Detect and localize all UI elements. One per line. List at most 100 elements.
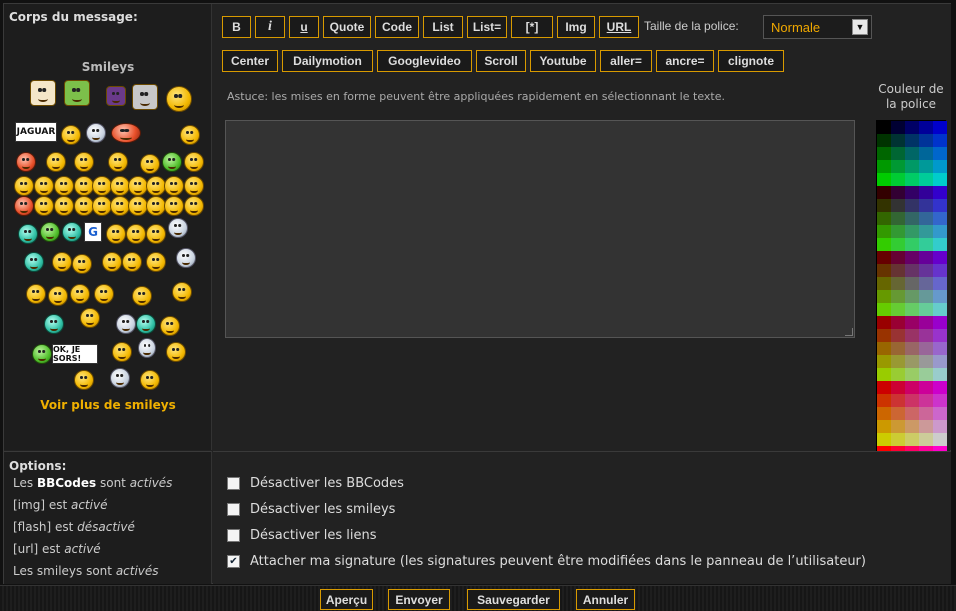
color-swatch[interactable] [919,238,933,251]
smiley-icon[interactable] [106,86,126,106]
smiley-icon[interactable] [74,370,94,390]
smiley-icon[interactable] [111,123,141,143]
smiley-icon[interactable] [62,222,82,242]
disable-links-option[interactable]: Désactiver les liens [227,528,377,543]
underline-button[interactable]: u [289,16,319,38]
color-swatch[interactable] [933,290,947,303]
color-swatch[interactable] [905,225,919,238]
smiley-icon[interactable] [128,196,148,216]
color-swatch[interactable] [891,355,905,368]
color-swatch[interactable] [877,225,891,238]
color-swatch[interactable] [933,147,947,160]
smiley-icon[interactable] [14,196,34,216]
color-swatch[interactable] [933,368,947,381]
color-swatch[interactable] [891,212,905,225]
jaguar-smiley-icon[interactable]: JAGUAR [15,122,57,142]
color-swatch[interactable] [877,342,891,355]
color-swatch[interactable] [919,342,933,355]
color-swatch[interactable] [905,199,919,212]
smiley-icon[interactable] [16,152,36,172]
color-swatch[interactable] [905,329,919,342]
color-swatch[interactable] [877,381,891,394]
message-textarea[interactable] [225,120,855,338]
color-swatch[interactable] [891,134,905,147]
ancre-button[interactable]: ancre= [656,50,714,72]
color-swatch[interactable] [905,277,919,290]
color-swatch[interactable] [919,186,933,199]
color-swatch[interactable] [919,290,933,303]
smiley-icon[interactable] [46,152,66,172]
save-button[interactable]: Sauvegarder [467,589,560,610]
color-swatch[interactable] [877,160,891,173]
smiley-icon[interactable] [126,224,146,244]
smiley-icon[interactable] [112,342,132,362]
smiley-icon[interactable] [132,286,152,306]
penguin-smiley-icon[interactable] [86,123,106,143]
color-swatch[interactable] [905,264,919,277]
smiley-icon[interactable] [164,196,184,216]
smiley-icon[interactable] [74,176,94,196]
color-swatch[interactable] [933,264,947,277]
color-swatch[interactable] [891,290,905,303]
color-swatch[interactable] [933,355,947,368]
smiley-icon[interactable] [180,125,200,145]
color-swatch[interactable] [919,225,933,238]
color-swatch[interactable] [933,238,947,251]
smiley-icon[interactable] [92,176,112,196]
color-swatch[interactable] [933,277,947,290]
color-swatch[interactable] [919,212,933,225]
smiley-icon[interactable] [110,196,130,216]
smiley-icon[interactable] [138,338,156,358]
color-swatch[interactable] [877,134,891,147]
smiley-icon[interactable] [32,344,52,364]
smiley-icon[interactable] [106,224,126,244]
color-swatch[interactable] [905,316,919,329]
color-swatch[interactable] [933,329,947,342]
list-button[interactable]: List [423,16,463,38]
color-swatch[interactable] [891,238,905,251]
smiley-icon[interactable] [184,152,204,172]
smiley-icon[interactable] [128,176,148,196]
color-swatch[interactable] [877,316,891,329]
attach-signature-option[interactable]: ✔ Attacher ma signature (les signatures … [227,554,866,569]
color-swatch[interactable] [877,394,891,407]
color-swatch[interactable] [919,407,933,420]
color-swatch[interactable] [933,303,947,316]
color-swatch[interactable] [919,381,933,394]
color-swatch[interactable] [905,160,919,173]
smiley-icon[interactable] [176,248,196,268]
youtube-button[interactable]: Youtube [530,50,596,72]
color-swatch[interactable] [905,342,919,355]
color-swatch[interactable] [877,355,891,368]
color-swatch[interactable] [905,186,919,199]
color-swatch[interactable] [905,251,919,264]
color-swatch[interactable] [891,160,905,173]
smiley-icon[interactable] [160,316,180,336]
smiley-icon[interactable] [44,314,64,334]
color-swatch[interactable] [891,147,905,160]
color-swatch[interactable] [877,277,891,290]
color-swatch[interactable] [933,407,947,420]
smiley-icon[interactable] [172,282,192,302]
color-swatch[interactable] [905,381,919,394]
img-button[interactable]: Img [557,16,595,38]
color-swatch[interactable] [919,355,933,368]
code-button[interactable]: Code [375,16,419,38]
color-swatch[interactable] [877,368,891,381]
disable-smileys-option[interactable]: Désactiver les smileys [227,502,395,517]
color-swatch[interactable] [905,355,919,368]
color-swatch[interactable] [933,173,947,186]
smiley-icon[interactable] [52,252,72,272]
color-swatch[interactable] [933,251,947,264]
color-swatch[interactable] [933,134,947,147]
color-swatch[interactable] [905,290,919,303]
smiley-icon[interactable] [184,176,204,196]
smiley-icon[interactable] [166,86,192,112]
color-swatch[interactable] [891,303,905,316]
color-swatch[interactable] [877,186,891,199]
color-swatch[interactable] [877,290,891,303]
color-swatch[interactable] [919,251,933,264]
smiley-icon[interactable] [26,284,46,304]
smiley-icon[interactable] [72,254,92,274]
smiley-icon[interactable] [34,176,54,196]
